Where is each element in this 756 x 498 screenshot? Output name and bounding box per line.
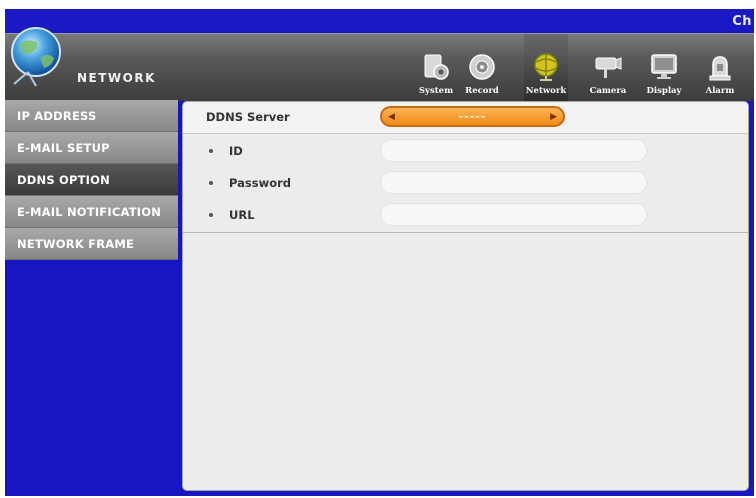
bullet-icon — [209, 181, 213, 185]
arrow-left-icon[interactable]: ◀ — [388, 112, 395, 122]
bullet-icon — [209, 149, 213, 153]
section-title: NETWORK — [77, 71, 156, 85]
ddns-server-value: ----- — [458, 110, 487, 123]
sidebar-item-email-setup[interactable]: E-MAIL SETUP — [5, 132, 178, 164]
tab-label: Network — [525, 86, 567, 96]
tab-label: Alarm — [705, 86, 735, 96]
password-row: Password — [183, 168, 748, 199]
record-icon — [469, 54, 495, 80]
top-status-strip: Ch — [5, 9, 754, 34]
dvr-screen: Ch NETWORK System Record Network Camera … — [0, 0, 756, 498]
arrow-right-icon[interactable]: ▶ — [550, 112, 557, 122]
camera-icon — [595, 57, 622, 78]
tab-label: System — [418, 86, 454, 96]
tab-network[interactable]: Network — [524, 34, 568, 101]
alarm-icon — [709, 56, 731, 81]
tab-display[interactable]: Display — [642, 34, 686, 101]
sidebar-item-ip-address[interactable]: IP ADDRESS — [5, 100, 178, 132]
tab-label: Record — [465, 86, 499, 96]
tab-label: Display — [646, 86, 682, 96]
tab-camera[interactable]: Camera — [586, 34, 630, 101]
password-input[interactable] — [380, 171, 647, 194]
bullet-icon — [209, 213, 213, 217]
url-row: URL — [183, 200, 748, 231]
id-row: ID — [183, 136, 748, 167]
ddns-server-row: DDNS Server ◀ ----- ▶ — [183, 102, 748, 134]
id-label: ID — [229, 144, 243, 158]
display-icon — [651, 54, 677, 79]
tab-record[interactable]: Record — [460, 34, 504, 101]
url-label: URL — [229, 208, 255, 222]
sidebar-item-ddns-option[interactable]: DDNS OPTION — [5, 164, 178, 196]
tab-system[interactable]: System — [414, 34, 458, 101]
password-label: Password — [229, 176, 291, 190]
ddns-server-selector[interactable]: ◀ ----- ▶ — [380, 106, 565, 127]
tab-label: Camera — [589, 86, 627, 96]
url-input[interactable] — [380, 203, 647, 226]
id-input[interactable] — [380, 139, 647, 162]
sidebar-item-email-notification[interactable]: E-MAIL NOTIFICATION — [5, 196, 178, 228]
network-icon — [534, 53, 558, 81]
ddns-settings-panel: DDNS Server ◀ ----- ▶ ID Password URL — [182, 101, 749, 491]
globe-icon — [11, 27, 61, 87]
channel-indicator: Ch — [732, 14, 752, 29]
system-icon — [424, 54, 449, 80]
menu-header: NETWORK System Record Network Camera Dis… — [5, 27, 754, 101]
tab-alarm[interactable]: Alarm — [698, 34, 742, 101]
dvr-menu-frame: Ch NETWORK System Record Network Camera … — [5, 9, 754, 496]
sidebar: IP ADDRESS E-MAIL SETUP DDNS OPTION E-MA… — [5, 100, 178, 260]
divider — [183, 232, 748, 233]
ddns-server-label: DDNS Server — [206, 110, 290, 124]
sidebar-item-network-frame[interactable]: NETWORK FRAME — [5, 228, 178, 260]
